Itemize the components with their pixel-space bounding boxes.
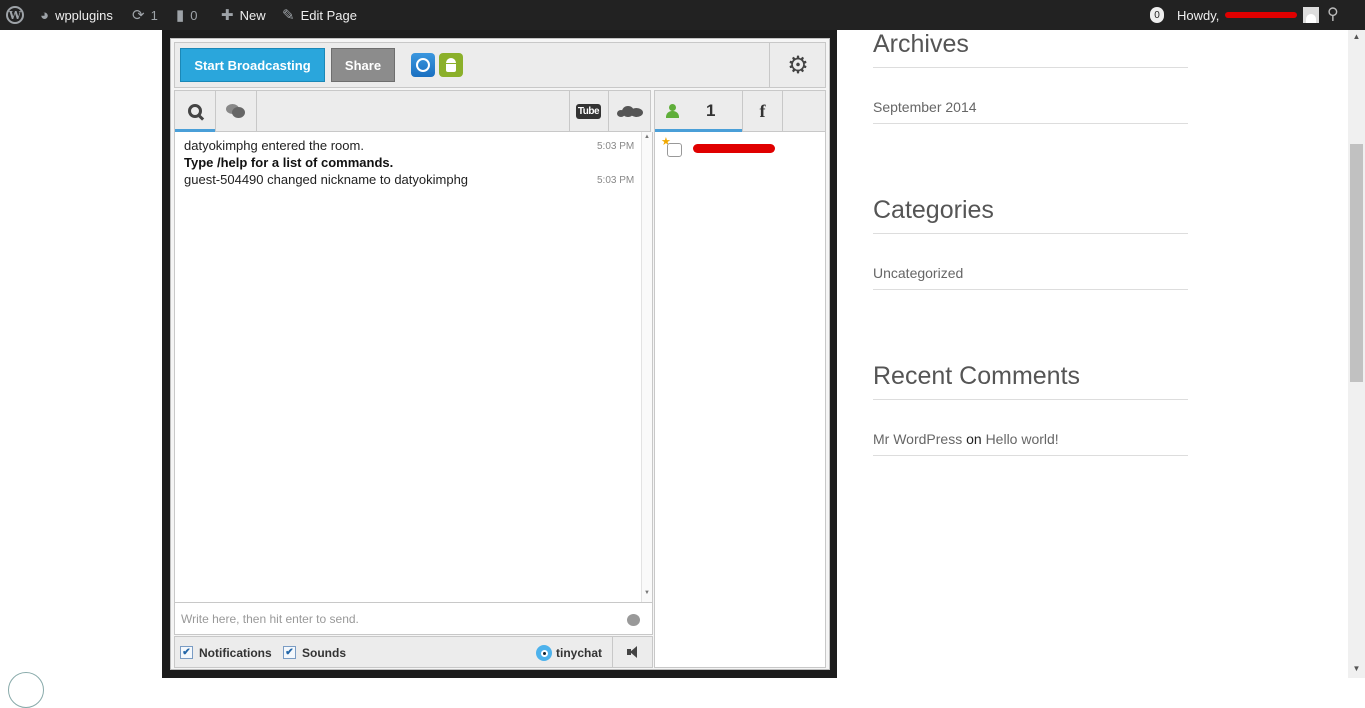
- edit-page-link[interactable]: ✎ Edit Page: [282, 0, 357, 30]
- updates-count: 1: [150, 7, 158, 23]
- scroll-up-arrow-icon[interactable]: ▲: [642, 134, 652, 140]
- tinychat-logo[interactable]: tinychat: [536, 645, 602, 661]
- chat-frame: Start Broadcasting Share ⚙ Tube 1 f daty…: [170, 38, 830, 670]
- sounds-label: Sounds: [302, 646, 346, 660]
- speaker-icon: [626, 646, 639, 658]
- comment-author-link[interactable]: Mr WordPress: [873, 431, 962, 447]
- scroll-down-arrow-icon[interactable]: ▼: [642, 590, 652, 596]
- compose-area: [174, 602, 653, 635]
- volume-button[interactable]: [612, 637, 652, 667]
- message-list[interactable]: datyokimphg entered the room. 5:03 PM Ty…: [174, 132, 653, 602]
- chat-tabs: Tube: [174, 90, 651, 132]
- dashboard-icon: ◕: [40, 6, 50, 24]
- chat-message: datyokimphg entered the room.: [184, 138, 364, 153]
- search-button[interactable]: ⚲: [1327, 0, 1339, 30]
- comments-menu[interactable]: ▮ 0: [176, 0, 198, 30]
- share-button[interactable]: Share: [331, 48, 395, 82]
- message-time: 5:03 PM: [597, 141, 635, 152]
- category-link[interactable]: Uncategorized: [873, 265, 963, 281]
- avatar-icon: [1303, 7, 1320, 23]
- updates-menu[interactable]: ⟳ 1: [132, 0, 158, 30]
- notifications-label: Notifications: [199, 646, 272, 660]
- tab-main-chat[interactable]: [175, 91, 216, 132]
- scroll-down-arrow-icon[interactable]: ▼: [1348, 662, 1365, 676]
- chat-message: guest-504490 changed nickname to datyoki…: [184, 172, 469, 187]
- start-broadcasting-button[interactable]: Start Broadcasting: [180, 48, 325, 82]
- chat-message: Type /help for a list of commands.: [184, 155, 394, 170]
- comments-count: 0: [190, 7, 198, 23]
- pencil-icon: ✎: [282, 6, 295, 24]
- comment-icon: ▮: [176, 6, 185, 24]
- sounds-checkbox[interactable]: ✔: [283, 646, 296, 659]
- recent-comment-item: Mr WordPress on Hello world!: [873, 431, 1188, 456]
- categories-title: Categories: [873, 196, 1188, 234]
- user-panel-tabs: 1 f: [654, 90, 826, 132]
- tab-private-messages[interactable]: [216, 91, 257, 131]
- user-list: ★: [654, 132, 826, 668]
- facebook-icon: f: [759, 100, 766, 121]
- soundcloud-icon: [616, 105, 643, 117]
- redacted-username: [693, 144, 775, 153]
- youtube-button[interactable]: Tube: [569, 91, 607, 131]
- tab-users[interactable]: 1: [655, 91, 742, 132]
- message-scrollbar[interactable]: ▲ ▼: [641, 132, 652, 602]
- howdy-label: Howdy,: [1177, 7, 1220, 23]
- chat-bubbles-icon: [226, 104, 246, 118]
- wordpress-logo-icon: W: [6, 6, 24, 24]
- my-account-menu[interactable]: Howdy,: [1177, 0, 1320, 30]
- search-icon: ⚲: [1327, 6, 1339, 23]
- page-scrollbar[interactable]: ▲ ▼: [1348, 30, 1365, 678]
- corner-widget-icon[interactable]: [8, 672, 44, 708]
- user-count: 1: [706, 101, 716, 120]
- soundcloud-button[interactable]: [608, 91, 650, 131]
- comment-on-text: on: [966, 431, 982, 447]
- site-name: wpplugins: [55, 7, 113, 23]
- plus-icon: ✚: [221, 6, 234, 24]
- youtube-icon: Tube: [575, 103, 602, 119]
- user-icon: [665, 104, 679, 118]
- android-app-icon[interactable]: [439, 53, 463, 77]
- redacted-username: [1225, 12, 1298, 18]
- chat-search-icon: [188, 104, 202, 118]
- ios-app-icon[interactable]: [411, 53, 435, 77]
- tinychat-embed: Start Broadcasting Share ⚙ Tube 1 f daty…: [162, 30, 837, 678]
- site-name-menu[interactable]: ◕ wpplugins: [40, 0, 113, 30]
- scrollbar-thumb[interactable]: [1350, 144, 1363, 382]
- message-time: 5:03 PM: [597, 175, 635, 186]
- tinychat-brand: tinychat: [556, 646, 603, 660]
- categories-list: Uncategorized: [873, 265, 1188, 290]
- edit-page-label: Edit Page: [300, 7, 357, 23]
- archives-list: September 2014: [873, 99, 1188, 124]
- notifications-menu[interactable]: 0: [1150, 0, 1164, 30]
- archive-link[interactable]: September 2014: [873, 99, 977, 115]
- user-list-item[interactable]: ★: [661, 136, 821, 158]
- message-input[interactable]: [181, 609, 611, 629]
- comment-post-link[interactable]: Hello world!: [986, 431, 1059, 447]
- chat-options-bar: ✔ Notifications ✔ Sounds tinychat: [174, 636, 653, 668]
- new-content-menu[interactable]: ✚ New: [221, 0, 266, 30]
- archives-title: Archives: [873, 30, 1188, 68]
- facebook-button[interactable]: f: [742, 91, 783, 131]
- new-label: New: [239, 7, 266, 23]
- wordpress-menu[interactable]: W: [6, 0, 24, 30]
- emoticon-icon[interactable]: [627, 614, 640, 626]
- refresh-icon: ⟳: [132, 6, 145, 24]
- notifications-checkbox[interactable]: ✔: [180, 646, 193, 659]
- gear-icon: ⚙: [787, 51, 809, 79]
- settings-button[interactable]: ⚙: [769, 43, 826, 87]
- tinychat-eye-icon: [536, 645, 552, 661]
- chat-toolbar: Start Broadcasting Share ⚙: [174, 42, 826, 88]
- admin-bar: W ◕ wpplugins ⟳ 1 ▮ 0 ✚ New ✎ Edit Page …: [0, 0, 1365, 30]
- notification-badge: 0: [1150, 7, 1164, 23]
- scroll-up-arrow-icon[interactable]: ▲: [1348, 30, 1365, 44]
- recent-comments-title: Recent Comments: [873, 362, 1188, 400]
- user-avatar: [667, 143, 682, 157]
